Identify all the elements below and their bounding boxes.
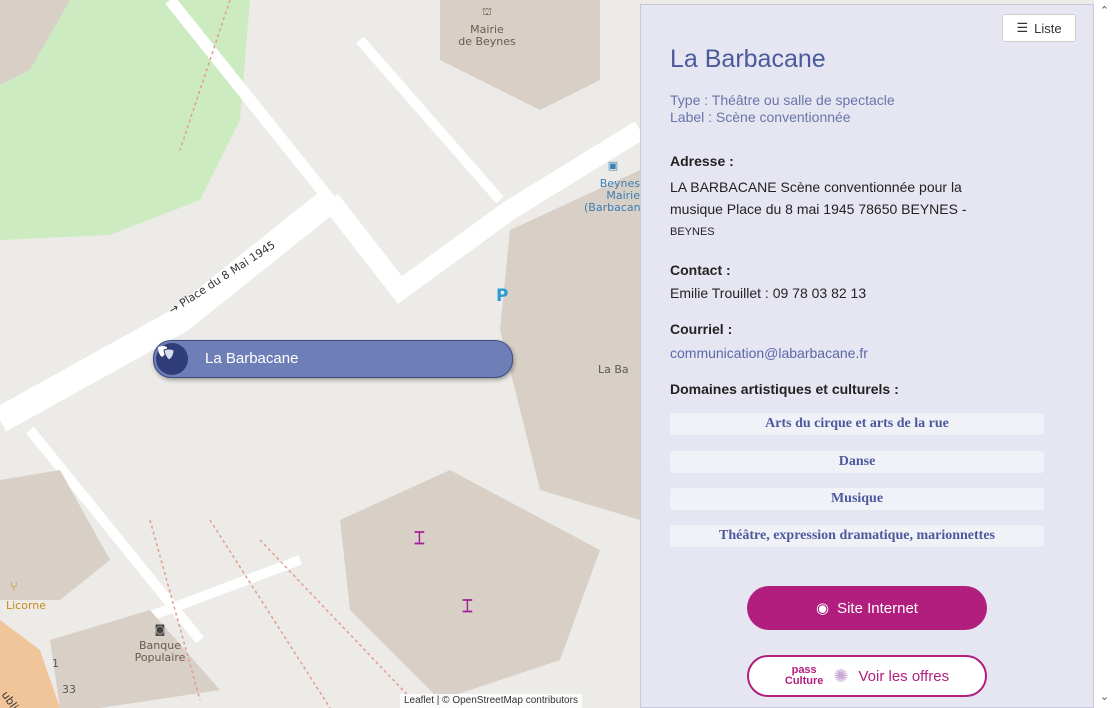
scroll-down-arrow-icon[interactable]: ⌄ <box>1094 690 1115 703</box>
pass-culture-logo: pass Culture <box>784 664 824 687</box>
liste-button-label: Liste <box>1034 20 1062 36</box>
map-label-mairie: Mairie de Beynes <box>458 23 516 48</box>
contact-value: Emilie Trouillet : 09 78 03 82 13 <box>670 285 867 301</box>
parking-icon: P <box>496 286 509 306</box>
domain-tag: Arts du cirque et arts de la rue <box>670 413 1044 435</box>
domain-tag: Musique <box>670 488 1044 510</box>
panel-scrollbar[interactable]: ⌃ ⌄ <box>1094 0 1115 708</box>
address-line2: musique Place du 8 mai 1945 78650 BEYNES… <box>670 201 967 217</box>
domain-tag: Théâtre, expression dramatique, marionne… <box>670 525 1044 547</box>
list-icon: ☰ <box>1016 20 1029 35</box>
email-link[interactable]: communication@labarbacane.fr <box>670 345 868 361</box>
contact-label: Contact : <box>670 262 731 278</box>
attribution-text: Leaflet | © OpenStreetMap contributors <box>404 695 578 706</box>
scroll-up-arrow-icon[interactable]: ⌃ <box>1094 4 1115 17</box>
site-internet-button[interactable]: ◉ Site Internet <box>747 586 987 630</box>
voir-les-offres-label: Voir les offres <box>858 667 950 685</box>
map-label-bus-stop: Beynes Mairie (Barbacane <box>584 177 648 214</box>
map-marker-la-barbacane[interactable]: La Barbacane <box>153 340 513 378</box>
liste-button[interactable]: ☰ Liste <box>1002 14 1076 42</box>
theater-masks-icon <box>156 343 188 375</box>
marker-label: La Barbacane <box>205 350 299 367</box>
map-label-banque: Banque Populaire <box>134 639 186 664</box>
venue-panel: ☰ Liste La Barbacane Type : Théâtre ou s… <box>640 4 1094 708</box>
town-hall-icon: ⛫ <box>481 5 493 18</box>
map-label-licorne: Licorne <box>6 599 47 612</box>
domain-tag: Danse <box>670 451 1044 473</box>
map-label-house-33: 33 <box>62 683 76 696</box>
theatre-icon: ⌶ <box>414 528 425 549</box>
address-line3: BEYNES <box>670 226 715 238</box>
email-label: Courriel : <box>670 321 733 337</box>
address-label: Adresse : <box>670 153 734 169</box>
bank-icon: ◙ <box>154 623 166 636</box>
address-line1: LA BARBACANE Scène conventionnée pour la <box>670 179 962 195</box>
site-internet-label: Site Internet <box>837 599 918 617</box>
map-label-house-1: 1 <box>52 657 59 670</box>
restaurant-icon: ⑂ <box>10 580 18 595</box>
venue-title: La Barbacane <box>670 45 826 73</box>
theatre-icon: ⌶ <box>462 596 473 617</box>
sparkle-icon: ✺ <box>833 665 849 686</box>
voir-les-offres-button[interactable]: pass Culture ✺ Voir les offres <box>747 655 987 697</box>
map-attribution[interactable]: Leaflet | © OpenStreetMap contributors <box>400 694 582 708</box>
bus-stop-icon: ▣ <box>607 159 619 172</box>
venue-label: Label : Scène conventionnée <box>670 109 851 125</box>
domains-label: Domaines artistiques et culturels : <box>670 381 899 397</box>
globe-icon: ◉ <box>816 600 830 617</box>
venue-type: Type : Théâtre ou salle de spectacle <box>670 92 895 108</box>
map-label-la-ba: La Ba <box>598 363 629 376</box>
